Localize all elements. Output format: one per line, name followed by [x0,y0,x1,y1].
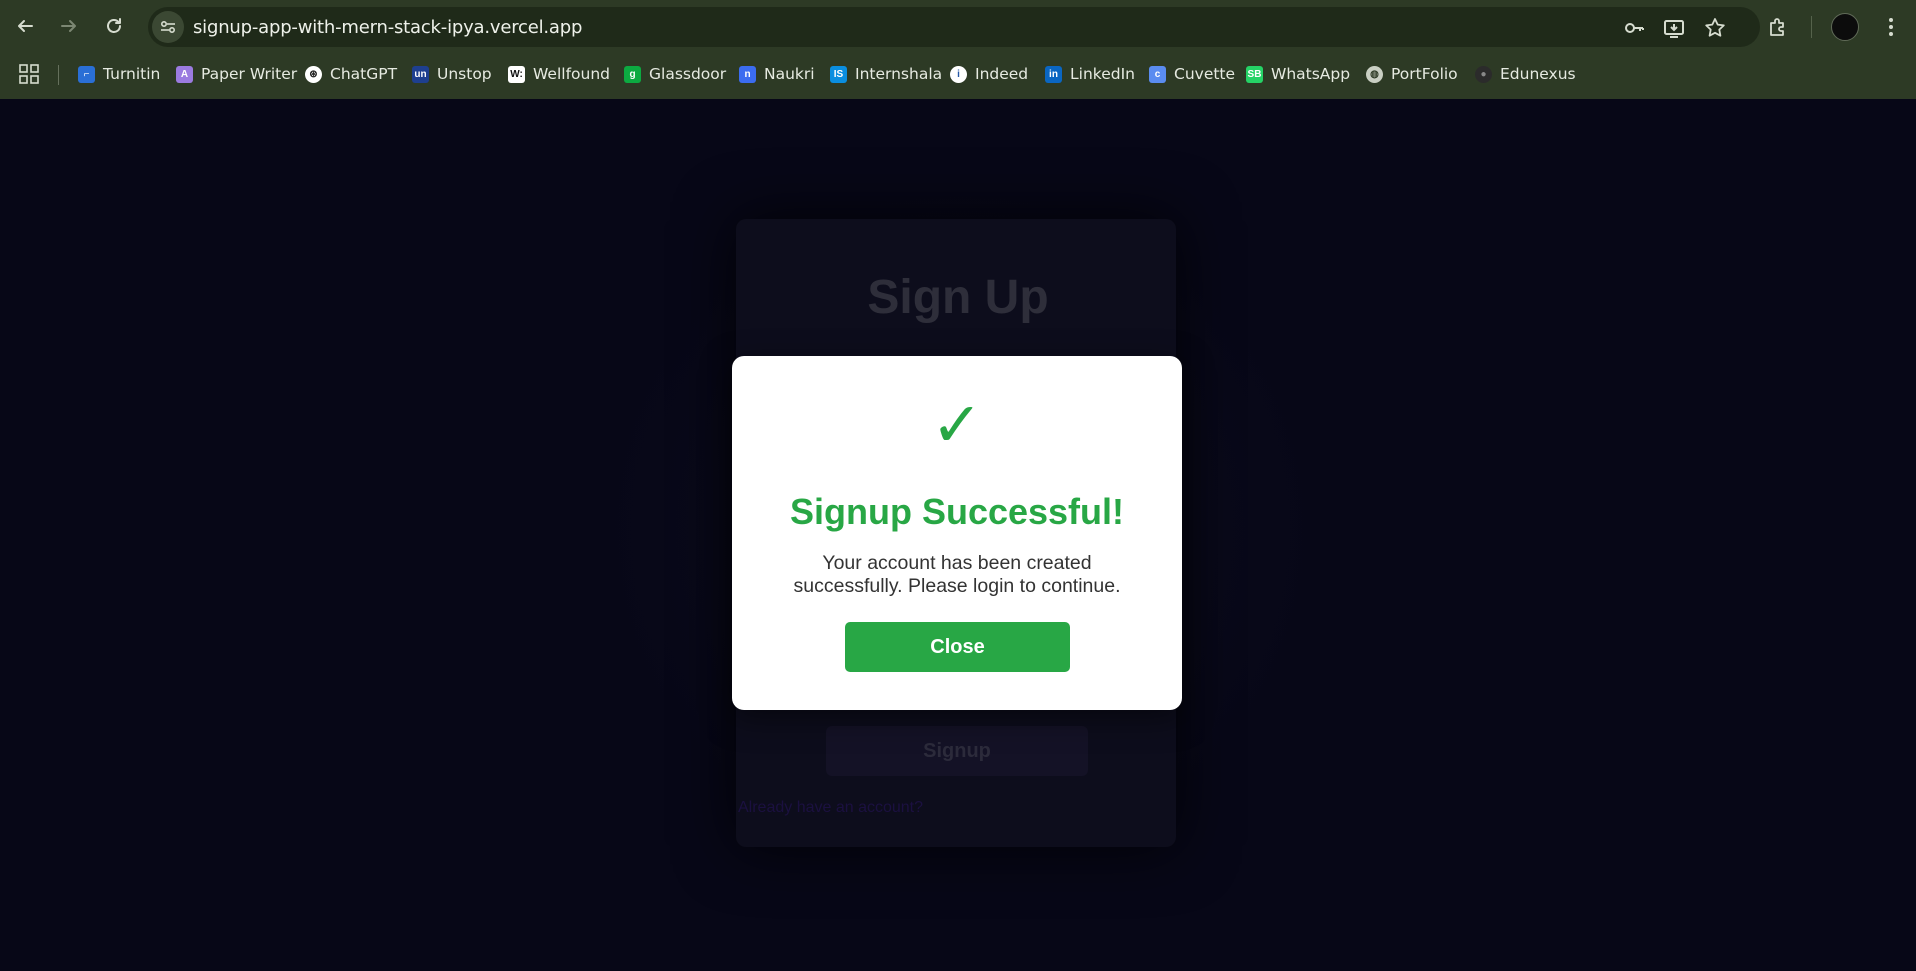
forward-button[interactable] [55,12,83,40]
bookmark-turnitin[interactable]: ⌐ Turnitin [78,62,160,86]
modal-message: Your account has been created successful… [793,552,1121,597]
bookmark-label: Cuvette [1174,65,1236,83]
turnitin-icon: ⌐ [78,65,95,83]
bookmark-label: Turnitin [103,65,161,83]
bookmark-label: Internshala [855,65,943,83]
apps-grid-icon[interactable] [18,63,40,85]
bookmark-edunexus[interactable]: ● Edunexus [1475,62,1576,86]
bookmark-unstop[interactable]: un Unstop [412,62,492,86]
arrow-left-icon [18,20,33,32]
browser-toolbar: signup-app-with-mern-stack-ipya.vercel.a… [0,0,1916,54]
bookmark-wellfound[interactable]: W: Wellfound [508,62,610,86]
cuvette-icon: c [1149,65,1166,83]
puzzle-icon [1770,18,1784,36]
bookmark-naukri[interactable]: n Naukri [739,62,815,86]
indeed-icon: i [950,65,967,83]
bookmark-label: Glassdoor [649,65,727,83]
bookmark-label: ChatGPT [330,65,398,83]
bookmark-label: Naukri [764,65,815,83]
profile-avatar[interactable] [1831,13,1859,41]
whatsapp-icon: SB [1246,65,1263,83]
bookmark-portfolio[interactable]: ◍ PortFolio [1366,62,1458,86]
linkedin-icon: in [1045,65,1062,83]
unstop-icon: un [412,65,429,83]
github-icon: ● [1475,65,1492,83]
page-viewport: Sign Up Signup Already have an account? … [0,99,1916,971]
bookmark-indeed[interactable]: i Indeed [950,62,1028,86]
bookmark-label: WhatsApp [1271,65,1351,83]
bookmark-chatgpt[interactable]: ⊛ ChatGPT [305,62,397,86]
success-modal: ✓ Signup Successful! Your account has be… [732,356,1182,710]
internshala-icon: IS [830,65,847,83]
bookmark-label: Paper Writer [201,65,298,83]
signup-title: Sign Up [867,271,1049,324]
bookmark-label: Edunexus [1500,65,1576,83]
login-link[interactable]: Already have an account? [738,799,923,817]
kebab-menu-icon [1889,18,1893,36]
install-app-icon[interactable] [1662,16,1686,40]
back-button[interactable] [11,12,39,40]
password-key-icon[interactable] [1622,16,1646,40]
bookmark-glassdoor[interactable]: g Glassdoor [624,62,726,86]
bookmark-cuvette[interactable]: c Cuvette [1149,62,1235,86]
site-info-button[interactable] [152,11,184,43]
bookmark-internshala[interactable]: IS Internshala [830,62,942,86]
bookmarks-bar: ⌐ Turnitin A Paper Writer ⊛ ChatGPT un Unstop W:… [0,54,1916,94]
bookmarks-divider [58,65,59,85]
bookmark-label: LinkedIn [1070,65,1135,83]
reload-icon [107,18,121,33]
reload-button[interactable] [100,12,128,40]
arrow-right-icon [61,20,76,32]
url-text[interactable]: signup-app-with-mern-stack-ipya.vercel.a… [193,17,582,38]
bookmark-linkedin[interactable]: in LinkedIn [1045,62,1135,86]
close-button[interactable]: Close [845,622,1070,672]
bookmark-label: Wellfound [533,65,610,83]
extensions-button[interactable] [1763,12,1793,42]
chatgpt-icon: ⊛ [305,65,322,83]
globe-icon: ◍ [1366,65,1383,83]
bookmark-star-icon[interactable] [1703,16,1727,40]
browser-chrome: signup-app-with-mern-stack-ipya.vercel.a… [0,0,1916,99]
naukri-icon: n [739,65,756,83]
bookmark-whatsapp[interactable]: SB WhatsApp [1246,62,1350,86]
paper-writer-icon: A [176,65,193,83]
bookmark-label: PortFolio [1391,65,1458,83]
address-bar[interactable]: signup-app-with-mern-stack-ipya.vercel.a… [148,7,1760,47]
bookmark-paper-writer[interactable]: A Paper Writer [176,62,297,86]
toolbar-divider [1811,16,1812,38]
signup-button[interactable]: Signup [826,726,1088,776]
bookmark-label: Unstop [437,65,492,83]
glassdoor-icon: g [624,65,641,83]
modal-title: Signup Successful! [789,491,1125,532]
checkmark-icon: ✓ [931,388,983,461]
browser-menu-button[interactable] [1876,12,1906,42]
wellfound-icon: W: [508,65,525,83]
bookmark-label: Indeed [975,65,1029,83]
tune-icon [160,20,176,34]
